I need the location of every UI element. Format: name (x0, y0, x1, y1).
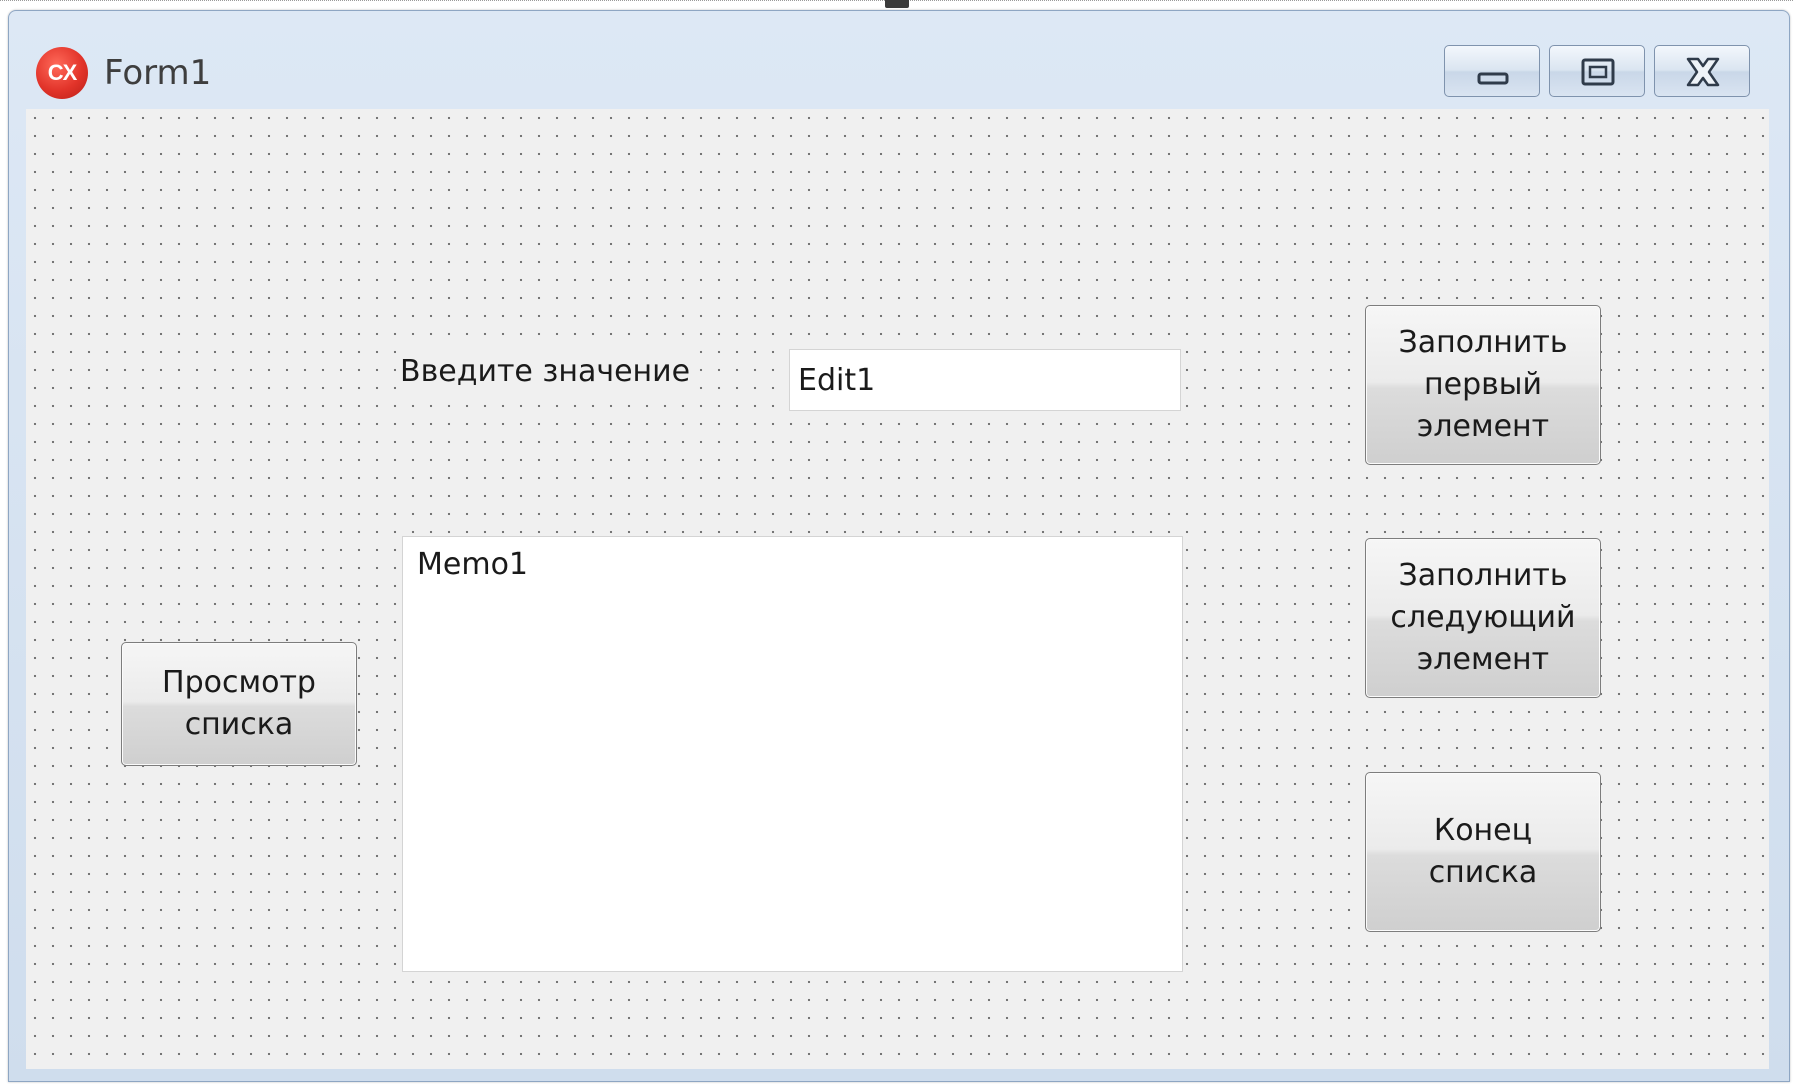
label-enter-value: Введите значение (396, 349, 695, 395)
minimize-icon (1477, 72, 1509, 85)
fill-first-element-button[interactable]: Заполнить первый элемент (1365, 305, 1601, 465)
maximize-icon (1581, 58, 1615, 86)
window-title: Form1 (104, 53, 212, 93)
memo1-textarea[interactable]: Memo1 (402, 536, 1183, 972)
form-client-area: Введите значение Memo1 Просмотр списка З… (26, 109, 1769, 1069)
fill-next-element-button[interactable]: Заполнить следующий элемент (1365, 538, 1601, 698)
close-button[interactable] (1654, 45, 1750, 97)
close-icon (1686, 57, 1720, 87)
maximize-button[interactable] (1549, 45, 1645, 97)
view-list-button[interactable]: Просмотр списка (121, 642, 357, 766)
end-list-button[interactable]: Конец списка (1365, 772, 1601, 932)
edit1-input[interactable] (789, 349, 1181, 411)
form-window: CX Form1 Введите значение Memo1 Просмотр… (8, 10, 1790, 1082)
resize-handle[interactable] (885, 0, 909, 8)
app-icon: CX (36, 47, 88, 99)
title-bar[interactable]: CX Form1 (9, 11, 1789, 109)
minimize-button[interactable] (1444, 45, 1540, 97)
